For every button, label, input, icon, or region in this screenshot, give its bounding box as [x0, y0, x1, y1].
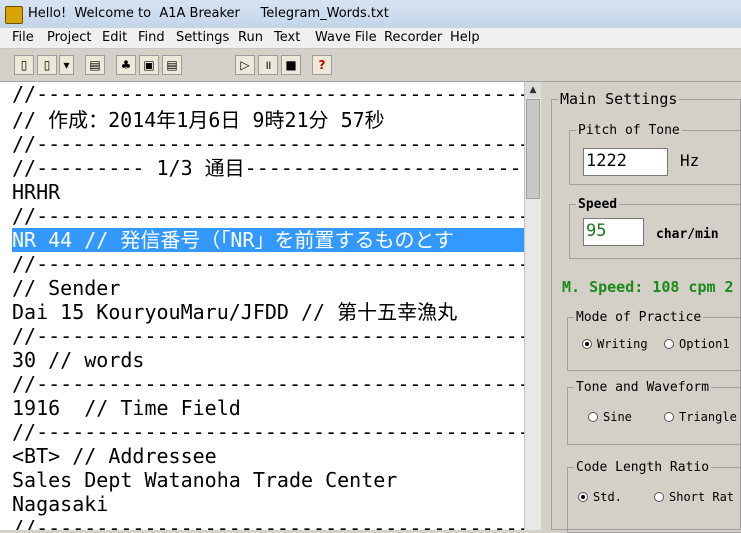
menu-wave-file[interactable]: Wave File [315, 30, 377, 45]
menu-file[interactable]: File [12, 30, 34, 45]
speed-unit: char/min [656, 227, 719, 242]
speed-group: Speed 95 char/min [569, 197, 741, 259]
pitch-unit: Hz [680, 151, 700, 170]
mode-label: Mode of Practice [574, 310, 704, 325]
pitch-group: Pitch of Tone 1222 Hz [569, 123, 741, 185]
code-length-label: Code Length Ratio [574, 460, 712, 475]
radio-short-ratio[interactable]: Short Rat [654, 490, 734, 504]
editor-line[interactable]: //--------------------------------------… [12, 252, 524, 276]
editor-line[interactable]: Sales Dept Watanoha Trade Center [12, 468, 397, 492]
menu-run[interactable]: Run [238, 30, 263, 45]
menu-recorder[interactable]: Recorder [384, 30, 442, 45]
dropdown-arrow-icon[interactable]: ▾ [59, 55, 74, 75]
editor-line[interactable]: //--------- 1/3 通目----------------------… [12, 156, 524, 180]
radio-dot-icon [664, 339, 674, 349]
menu-project[interactable]: Project [47, 30, 91, 45]
radio-dot-icon [588, 412, 598, 422]
help-icon[interactable]: ? [312, 55, 332, 75]
pitch-input[interactable]: 1222 [583, 148, 668, 176]
editor-line[interactable]: <BT> // Addressee [12, 444, 217, 468]
radio-writing-label: Writing [597, 337, 648, 351]
app-icon [5, 6, 23, 24]
radio-dot-icon [664, 412, 674, 422]
editor-line[interactable]: //--------------------------------------… [12, 420, 524, 444]
find-icon[interactable]: ♣ [116, 55, 136, 75]
editor-line[interactable]: //--------------------------------------… [12, 82, 524, 106]
m-speed-readout: M. Speed: 108 cpm 2 [562, 278, 734, 296]
editor-line[interactable]: Dai 15 KouryouMaru/JFDD // 第十五幸漁丸 [12, 300, 457, 324]
editor-line[interactable]: //--------------------------------------… [12, 204, 524, 228]
new-file-icon[interactable]: ▯ [14, 55, 34, 75]
radio-short-ratio-label: Short Rat [669, 490, 735, 504]
menu-help[interactable]: Help [450, 30, 480, 45]
tone-label: Tone and Waveform [574, 380, 712, 395]
menu-text[interactable]: Text [274, 30, 300, 45]
text-editor[interactable]: //--------------------------------------… [0, 82, 525, 530]
editor-line-selected[interactable]: NR 44 // 発信番号（「NR」を前置するものとす [12, 228, 524, 252]
toolbar: ▯ ▯ ▾ ▤ ♣ ▣ ▤ ▷ ॥ ■ ? [0, 49, 741, 82]
editor-line[interactable]: //--------------------------------------… [12, 516, 524, 530]
radio-dot-icon [578, 492, 588, 502]
scroll-up-arrow-icon[interactable]: ▲ [525, 82, 541, 98]
radio-std-label: Std. [593, 490, 622, 504]
window-title: Hello! Welcome to A1A Breaker Telegram_W… [28, 6, 389, 21]
replace-icon[interactable]: ▣ [139, 55, 159, 75]
editor-line[interactable]: //--------------------------------------… [12, 132, 524, 156]
editor-line[interactable]: 1916 // Time Field [12, 396, 241, 420]
editor-scrollbar[interactable]: ▲ [524, 82, 541, 530]
settings-panel: Main Settings Pitch of Tone 1222 Hz Spee… [541, 82, 741, 533]
editor-line[interactable]: // Sender [12, 276, 120, 300]
main-settings-group: Main Settings Pitch of Tone 1222 Hz Spee… [551, 90, 741, 533]
editor-line[interactable]: Nagasaki [12, 492, 108, 516]
code-length-group: Code Length Ratio Std. Short Rat [567, 460, 741, 533]
editor-line[interactable]: //--------------------------------------… [12, 324, 524, 348]
menu-edit[interactable]: Edit [102, 30, 127, 45]
editor-line[interactable]: 30 // words [12, 348, 144, 372]
open-file-icon[interactable]: ▯ [37, 55, 57, 75]
menu-bar: File Project Edit Find Settings Run Text… [0, 28, 741, 49]
radio-dot-icon [654, 492, 664, 502]
mode-group: Mode of Practice Writing Option1 [567, 310, 741, 371]
save-icon[interactable]: ▤ [85, 55, 105, 75]
radio-option1[interactable]: Option1 [664, 337, 730, 351]
main-settings-label: Main Settings [558, 90, 680, 108]
pause-icon[interactable]: ॥ [258, 55, 278, 75]
radio-dot-icon [582, 339, 592, 349]
radio-std[interactable]: Std. [578, 490, 622, 504]
menu-find[interactable]: Find [138, 30, 165, 45]
tone-group: Tone and Waveform Sine Triangle [567, 380, 741, 445]
speed-input[interactable]: 95 [583, 218, 644, 246]
pitch-label: Pitch of Tone [576, 123, 682, 138]
play-icon[interactable]: ▷ [235, 55, 255, 75]
radio-sine[interactable]: Sine [588, 410, 632, 424]
copy-icon[interactable]: ▤ [162, 55, 182, 75]
radio-option1-label: Option1 [679, 337, 730, 351]
editor-line[interactable]: // 作成：2014年1月6日 9時21分 57秒 [12, 108, 385, 132]
menu-settings[interactable]: Settings [176, 30, 229, 45]
editor-line[interactable]: HRHR [12, 180, 60, 204]
editor-line[interactable]: //--------------------------------------… [12, 372, 524, 396]
speed-label: Speed [576, 197, 620, 212]
radio-writing[interactable]: Writing [582, 337, 648, 351]
scroll-thumb[interactable] [526, 99, 540, 199]
radio-sine-label: Sine [603, 410, 632, 424]
stop-icon[interactable]: ■ [281, 55, 301, 75]
title-bar: Hello! Welcome to A1A Breaker Telegram_W… [0, 0, 741, 29]
radio-triangle[interactable]: Triangle [664, 410, 737, 424]
radio-triangle-label: Triangle [679, 410, 737, 424]
